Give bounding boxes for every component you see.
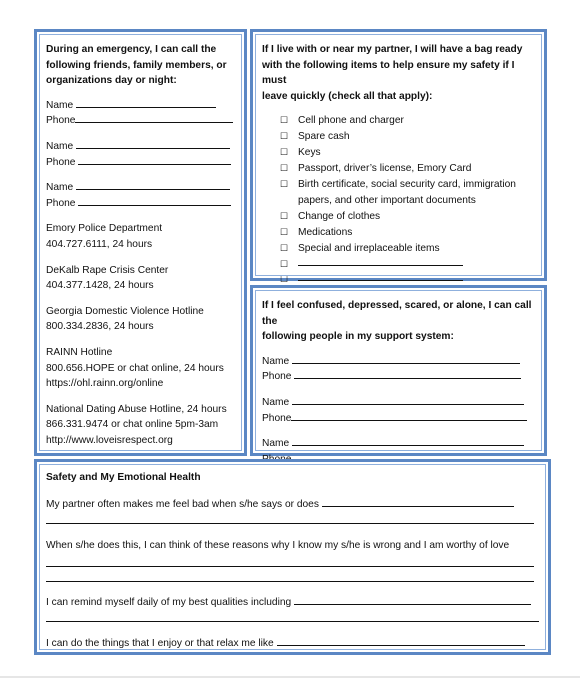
- emergency-contacts-content: During an emergency, I can call the foll…: [46, 42, 236, 448]
- name-label: Name: [262, 396, 290, 408]
- prompt-feel-bad: My partner often makes me feel bad when …: [46, 497, 534, 513]
- name-field[interactable]: [76, 99, 217, 108]
- answer-field[interactable]: [276, 637, 525, 647]
- answer-field-continued[interactable]: [46, 515, 534, 525]
- answer-field[interactable]: [321, 498, 514, 507]
- emergency-contact-entry: Name Phone: [46, 98, 236, 129]
- checklist: ☐ Cell phone and charger ☐ Spare cash ☐ Key…: [262, 113, 536, 288]
- emergency-heading: During an emergency, I can call the foll…: [46, 44, 227, 87]
- loveisrespect-link[interactable]: http://www.loveisrespect.org: [46, 433, 236, 449]
- name-field[interactable]: [76, 140, 231, 149]
- name-label: Name: [262, 355, 290, 367]
- name-field[interactable]: [292, 396, 525, 405]
- name-field[interactable]: [292, 355, 521, 364]
- emotional-health-content: Safety and My Emotional Health My partne…: [46, 470, 539, 652]
- resource-dekalb-rape-crisis: DeKalb Rape Crisis Center 404.377.1428, …: [46, 264, 169, 292]
- name-field[interactable]: [76, 181, 231, 191]
- support-system-box: If I feel confused, depressed, scared, o…: [250, 285, 547, 465]
- name-label: Name: [46, 140, 74, 152]
- name-label: Name: [46, 99, 74, 111]
- resource-georgia-dv-hotline: Georgia Domestic Violence Hotline 800.33…: [46, 305, 204, 333]
- phone-label: Phone: [262, 412, 292, 424]
- checklist-item[interactable]: ☐ Passport, driver’s license, Emory Card: [262, 161, 536, 177]
- phone-field[interactable]: [291, 412, 528, 421]
- name-label: Name: [46, 182, 74, 194]
- emotional-health-box: Safety and My Emotional Health My partne…: [34, 459, 551, 655]
- resource-emory-police: Emory Police Department 404.727.6111, 24…: [46, 223, 163, 250]
- answer-field-continued[interactable]: [46, 613, 539, 623]
- rainn-link[interactable]: https://ohl.rainn.org/online: [46, 376, 236, 392]
- checkbox-icon[interactable]: ☐: [280, 241, 298, 257]
- checklist-item[interactable]: ☐ Keys: [262, 145, 536, 161]
- checkbox-icon[interactable]: ☐: [280, 209, 298, 225]
- name-field[interactable]: [292, 437, 525, 447]
- emergency-contact-entry: Name Phone: [46, 139, 236, 170]
- support-heading: If I feel confused, depressed, scared, o…: [262, 300, 532, 343]
- answer-field-continued[interactable]: [46, 573, 534, 582]
- checkbox-icon[interactable]: ☐: [280, 161, 298, 177]
- checklist-item[interactable]: ☐ Spare cash: [262, 129, 536, 145]
- checkbox-icon[interactable]: ☐: [280, 145, 298, 161]
- prompt-reasons: When s/he does this, I can think of thes…: [46, 540, 510, 552]
- checkbox-icon[interactable]: ☐: [280, 113, 298, 129]
- prompt-enjoy: I can do the things that I enjoy or that…: [46, 636, 534, 652]
- resource-dating-abuse-hotline: National Dating Abuse Hotline, 24 hours …: [46, 402, 236, 449]
- phone-label: Phone: [46, 156, 76, 168]
- bag-ready-heading: If I live with or near my partner, I wil…: [262, 44, 523, 102]
- checklist-item[interactable]: ☐ Cell phone and charger: [262, 113, 536, 129]
- emergency-contacts-box: During an emergency, I can call the foll…: [34, 29, 247, 456]
- page-bottom-divider: [0, 676, 580, 678]
- checkbox-icon[interactable]: ☐: [280, 177, 298, 209]
- checklist-item[interactable]: ☐ Birth certificate, social security card…: [262, 177, 536, 209]
- custom-item-field[interactable]: [298, 257, 463, 266]
- phone-field[interactable]: [78, 197, 232, 206]
- name-label: Name: [262, 438, 290, 450]
- phone-label: Phone: [46, 197, 76, 209]
- phone-label: Phone: [262, 371, 292, 383]
- custom-item-field[interactable]: [298, 272, 463, 282]
- checklist-item-blank[interactable]: ☐: [262, 257, 536, 273]
- phone-field[interactable]: [78, 156, 232, 165]
- resource-rainn-hotline: RAINN Hotline 800.656.HOPE or chat onlin…: [46, 345, 236, 392]
- bag-ready-content: If I live with or near my partner, I wil…: [262, 42, 536, 288]
- answer-field[interactable]: [294, 596, 532, 605]
- answer-field[interactable]: [46, 558, 534, 567]
- phone-label: Phone: [46, 115, 76, 127]
- emergency-contact-entry: Name Phone: [46, 180, 236, 211]
- bag-ready-box: If I live with or near my partner, I wil…: [250, 29, 547, 284]
- checkbox-icon[interactable]: ☐: [280, 129, 298, 145]
- checklist-item[interactable]: ☐ Special and irreplaceable items: [262, 241, 536, 257]
- phone-field[interactable]: [294, 370, 522, 380]
- support-contact-entry: Name Phone: [262, 354, 536, 385]
- phone-field[interactable]: [75, 114, 234, 124]
- support-contact-entry: Name Phone: [262, 395, 536, 426]
- support-system-content: If I feel confused, depressed, scared, o…: [262, 298, 536, 467]
- checklist-item[interactable]: ☐ Medications: [262, 225, 536, 241]
- prompt-best-qualities: I can remind myself daily of my best qua…: [46, 595, 534, 611]
- checkbox-icon[interactable]: ☐: [280, 257, 298, 273]
- checkbox-icon[interactable]: ☐: [280, 225, 298, 241]
- checklist-item[interactable]: ☐ Change of clothes: [262, 209, 536, 225]
- emotional-health-title: Safety and My Emotional Health: [46, 472, 201, 483]
